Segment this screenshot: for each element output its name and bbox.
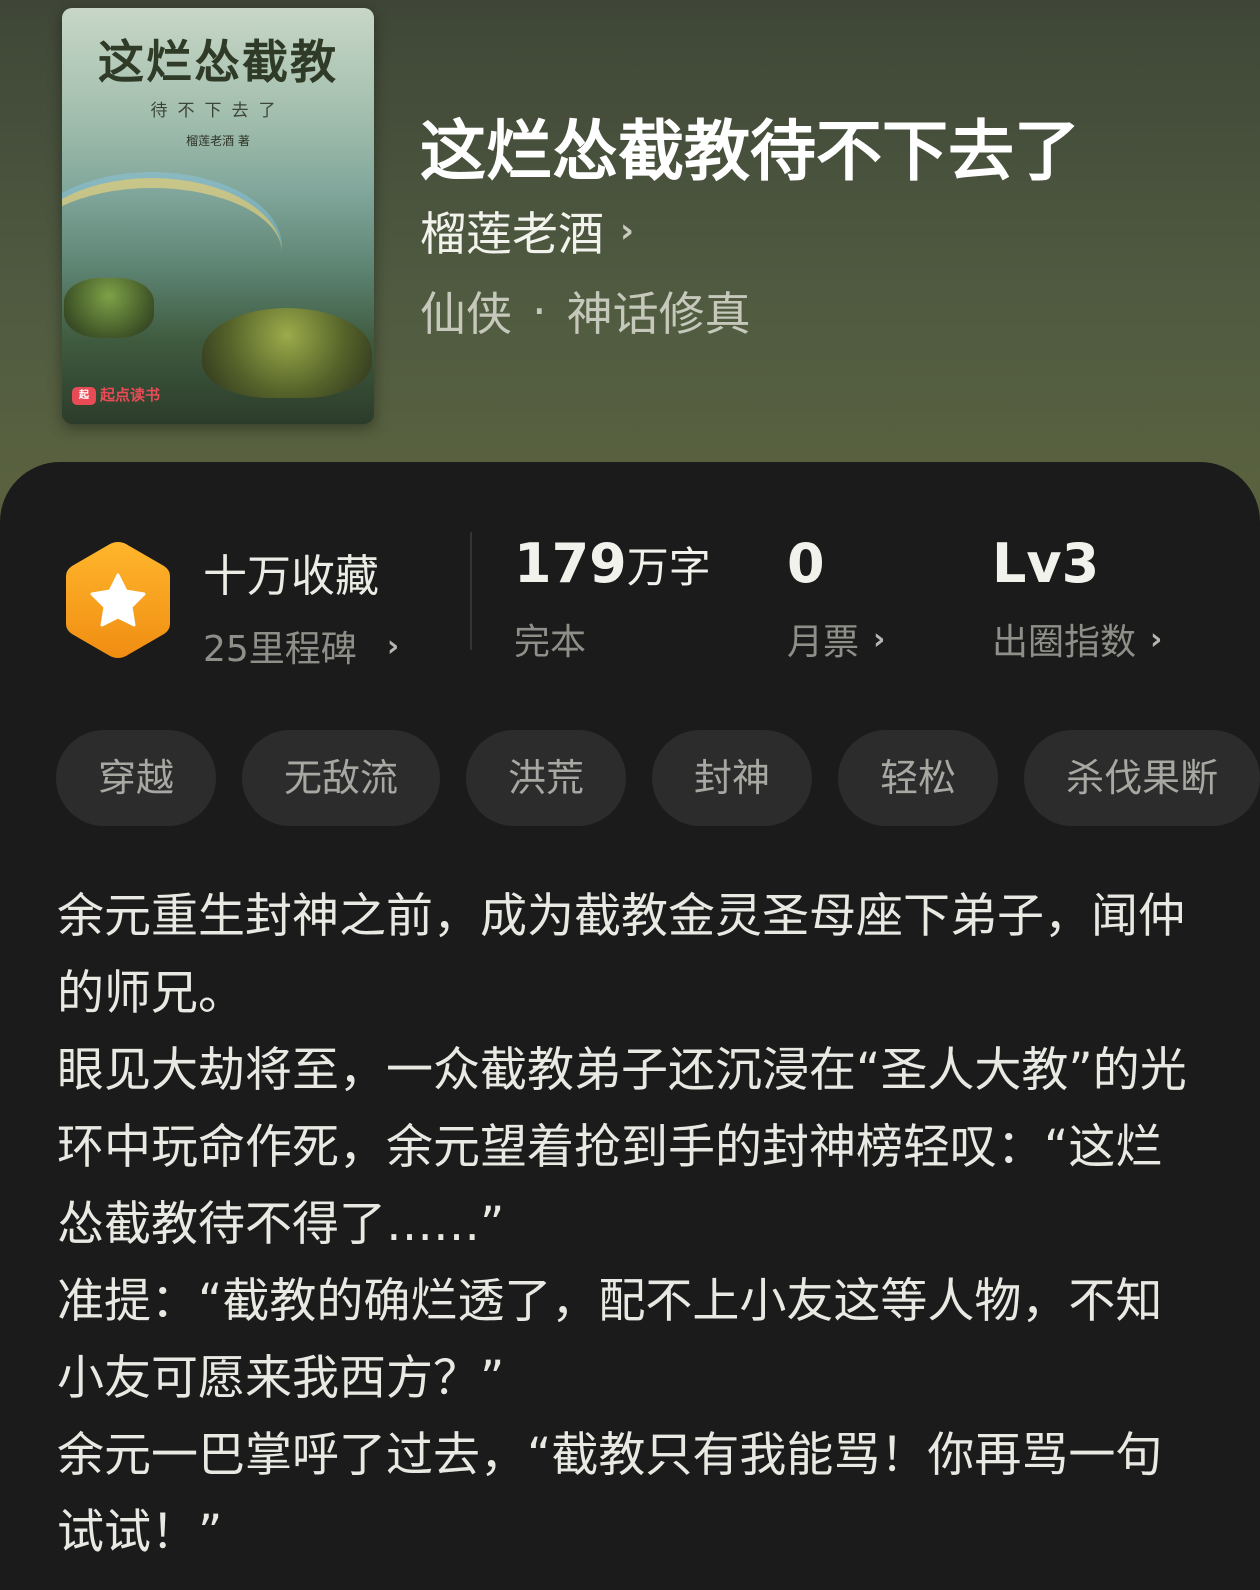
author-name: 榴莲老酒 <box>420 207 604 261</box>
breakout-label: 出圈指数 › <box>992 613 1162 665</box>
tag-chip[interactable]: 杀伐果断 <box>1024 730 1260 826</box>
publisher-logo-icon: 起 <box>72 386 96 405</box>
word-count: 179万字 <box>514 532 711 595</box>
detail-panel: 十万收藏 25里程碑 › 179万字 完本 0 月票 › Lv3 出圈指数 › <box>0 462 1260 1590</box>
author-link[interactable]: 榴莲老酒 › <box>420 198 634 264</box>
cover-subtitle: 待不下去了 <box>150 101 286 121</box>
monthly-tickets-stat[interactable]: 0 月票 › <box>787 532 885 665</box>
word-count-stat: 179万字 完本 <box>514 532 711 665</box>
milestone-title: 十万收藏 <box>203 551 379 602</box>
monthly-tickets-text: 月票 <box>787 622 860 663</box>
genre-separator: · <box>532 284 547 338</box>
book-description: 余元重生封神之前，成为截教金灵圣母座下弟子，闻仲的师兄。 眼见大劫将至，一众截教… <box>57 889 1187 1560</box>
tag-chip[interactable]: 轻松 <box>838 730 999 826</box>
milestone-sub-text: 25里程碑 <box>203 629 357 670</box>
stats-divider <box>470 532 472 650</box>
book-header: 这烂怂截教 待不下去了 榴莲老酒 著 起起点读书 这烂怂截教待不下去了 榴莲老酒… <box>0 0 1260 480</box>
cover-floating-island-left <box>64 278 154 338</box>
status-text: 完本 <box>514 622 587 663</box>
breakout-label-text: 出圈指数 <box>992 622 1137 663</box>
chevron-right-icon: › <box>1150 621 1163 657</box>
tag-chip[interactable]: 无敌流 <box>242 730 441 826</box>
breakout-index-stat[interactable]: Lv3 出圈指数 › <box>992 532 1162 665</box>
cover-author: 榴莲老酒 著 <box>186 134 250 148</box>
stats-row: 十万收藏 25里程碑 › 179万字 完本 0 月票 › Lv3 出圈指数 › <box>0 532 1260 672</box>
cover-publisher-text: 起点读书 <box>100 386 161 404</box>
cover-title: 这烂怂截教 <box>98 35 338 89</box>
cover-publisher-logo: 起起点读书 <box>72 384 160 405</box>
word-count-unit: 万字 <box>626 543 711 592</box>
breakout-level: Lv3 <box>992 532 1100 595</box>
star-hexagon-icon[interactable] <box>62 538 174 662</box>
subgenre: 神话修真 <box>566 287 751 341</box>
cover-floating-island <box>202 308 372 398</box>
tag-list: 穿越 无敌流 洪荒 封神 轻松 杀伐果断 <box>56 730 1260 830</box>
chevron-right-icon: › <box>386 628 400 664</box>
milestone-sub: 25里程碑 › <box>203 620 399 672</box>
monthly-tickets-value: 0 <box>787 532 825 595</box>
tag-chip[interactable]: 封神 <box>652 730 813 826</box>
monthly-tickets-label: 月票 › <box>787 613 885 665</box>
book-title: 这烂怂截教待不下去了 <box>420 112 1080 190</box>
completion-status: 完本 <box>514 613 711 665</box>
milestone-link[interactable]: 十万收藏 25里程碑 › <box>203 540 399 672</box>
word-count-number: 179 <box>514 532 627 595</box>
tag-chip[interactable]: 穿越 <box>56 730 217 826</box>
chevron-right-icon: › <box>873 621 886 657</box>
genre: 仙侠 <box>420 287 512 341</box>
genre-row: 仙侠 · 神话修真 <box>420 278 751 344</box>
tag-chip[interactable]: 洪荒 <box>466 730 627 826</box>
chevron-right-icon: › <box>620 211 635 251</box>
book-cover[interactable]: 这烂怂截教 待不下去了 榴莲老酒 著 起起点读书 <box>62 8 374 424</box>
